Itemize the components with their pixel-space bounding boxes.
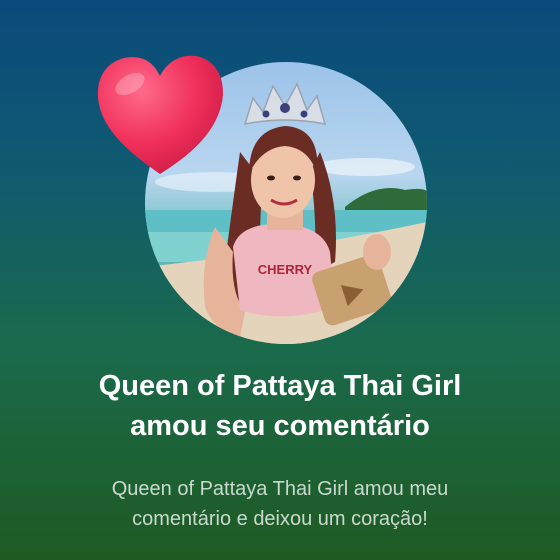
message-line-2: comentário e deixou um coração!: [132, 508, 428, 530]
message-line-1: Queen of Pattaya Thai Girl amou meu: [111, 478, 449, 500]
heart-icon: [92, 50, 228, 180]
title-line-2: amou seu comentário: [130, 410, 430, 442]
notification-title: Queen of Pattaya Thai Girl amou seu come…: [40, 366, 520, 446]
title-line-1: Queen of Pattaya Thai Girl: [98, 370, 462, 402]
shirt-text: CHERRY: [258, 262, 313, 277]
notification-card: CHERRY Queen of Pattaya Thai Girl amou s…: [0, 0, 560, 560]
notification-message: Queen of Pattaya Thai Girl amou meu come…: [40, 474, 520, 534]
